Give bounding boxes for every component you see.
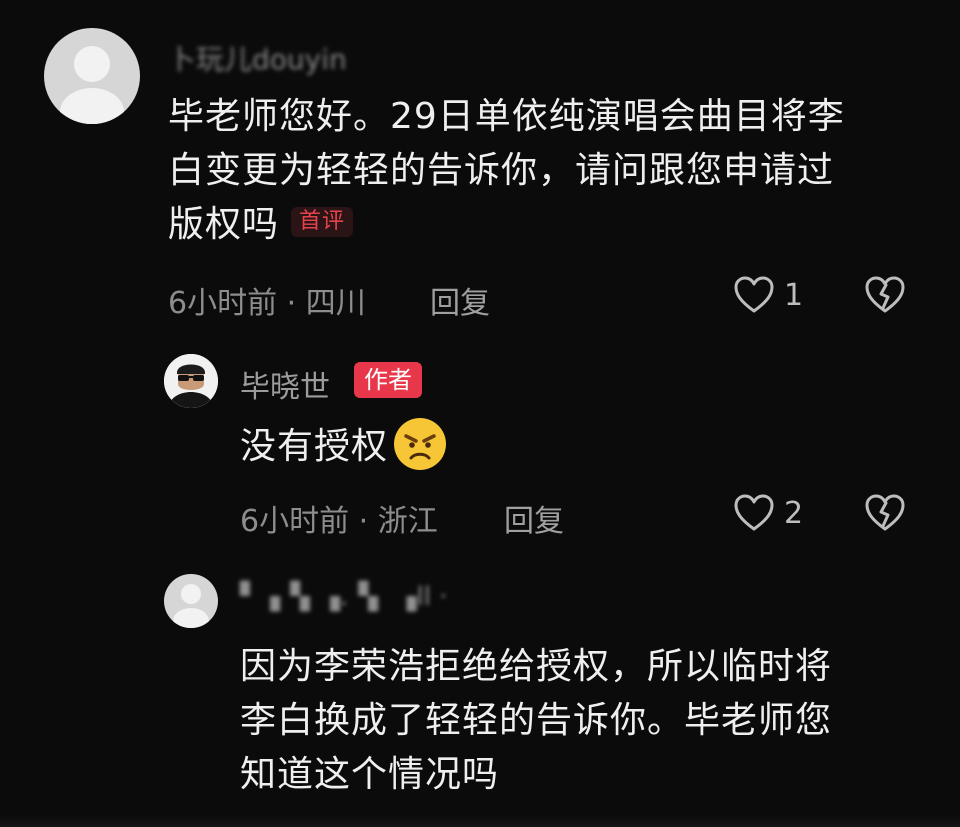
like-button[interactable]: 1: [734, 276, 803, 314]
heart-outline-icon: [734, 276, 774, 313]
author-badge: 作者: [354, 362, 422, 398]
author-avatar[interactable]: [164, 354, 218, 408]
reply-text: 没有授权: [240, 426, 389, 467]
angry-face-emoji: [394, 418, 447, 470]
commenter-username[interactable]: 卜玩儿douyin: [168, 38, 347, 78]
broken-heart-icon: [865, 494, 905, 531]
first-comment-badge: 首评: [291, 207, 354, 237]
heart-outline-icon: [734, 494, 774, 531]
comment-meta: 6小时前 · 四川: [168, 286, 366, 321]
comment-line: 毕老师您好。29日单依纯演唱会曲目将李: [168, 96, 845, 137]
comment-line: 白变更为轻轻的告诉你，请问跟您申请过: [168, 150, 835, 191]
dislike-button[interactable]: [864, 276, 906, 318]
reply-body: 没有授权: [240, 418, 448, 476]
avatar[interactable]: [164, 574, 218, 628]
like-count: 1: [784, 277, 804, 313]
cut-off-row: [0, 815, 960, 827]
reply-body: 因为李荣浩拒绝给授权，所以临时将 李白换成了轻轻的告诉你。毕老师您 知道这个情况…: [240, 640, 940, 802]
author-photo: [164, 354, 218, 408]
comment-line: 知道这个情况吗: [240, 754, 500, 795]
comment-line: 李白换成了轻轻的告诉你。毕老师您: [240, 700, 833, 741]
comment-line-last: 版权吗 首评: [168, 198, 928, 252]
replier-username[interactable]: ▘▗▝▖▗.▝▖ ▗ll ·: [240, 582, 447, 612]
reply-button[interactable]: 回复: [430, 278, 490, 322]
comment-line: 因为李荣浩拒绝给授权，所以临时将: [240, 646, 833, 687]
like-count: 2: [784, 495, 804, 531]
reply-button[interactable]: 回复: [504, 496, 564, 540]
avatar[interactable]: [44, 28, 140, 124]
reply-meta: 6小时前 · 浙江: [240, 504, 438, 539]
comment-section: 卜玩儿douyin 毕老师您好。29日单依纯演唱会曲目将李 白变更为轻轻的告诉你…: [0, 0, 960, 827]
comment-line-text: 版权吗: [168, 204, 280, 245]
like-button[interactable]: 2: [734, 494, 803, 532]
author-username[interactable]: 毕晓世: [240, 362, 330, 406]
dislike-button[interactable]: [864, 494, 906, 536]
broken-heart-icon: [865, 276, 905, 313]
comment-body: 毕老师您好。29日单依纯演唱会曲目将李 白变更为轻轻的告诉你，请问跟您申请过 版…: [168, 90, 928, 252]
